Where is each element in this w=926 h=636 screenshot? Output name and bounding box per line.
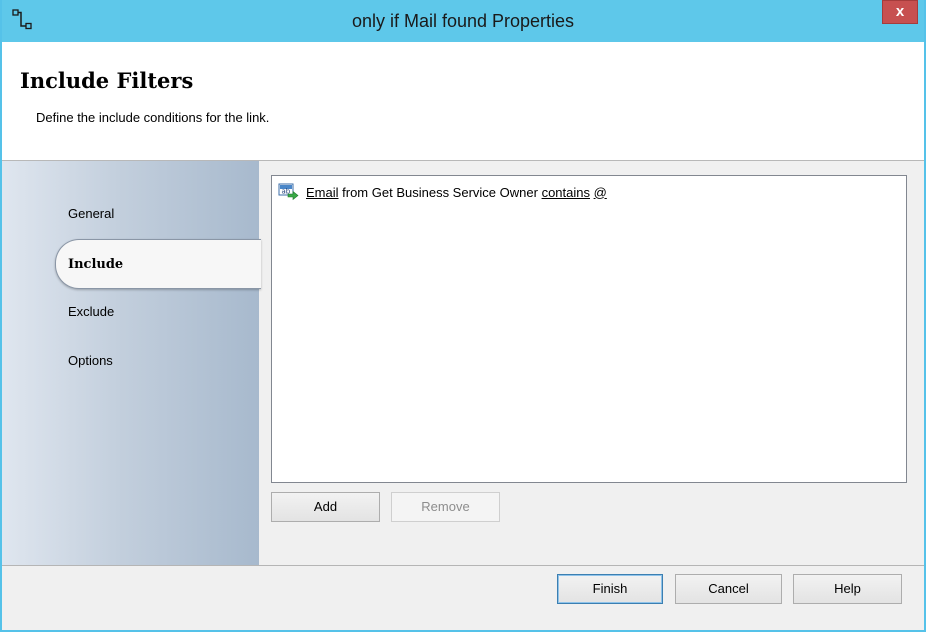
cancel-button[interactable]: Cancel <box>675 574 782 604</box>
help-button[interactable]: Help <box>793 574 902 604</box>
dialog-footer: Finish Cancel Help <box>2 565 924 630</box>
nav-item-exclude[interactable]: Exclude <box>68 304 114 319</box>
page-title: Include Filters <box>20 68 194 93</box>
close-button[interactable]: x <box>882 0 918 24</box>
filter-list[interactable]: ab Email from Get Business Service Owner… <box>271 175 907 483</box>
nav-item-include[interactable]: Include <box>55 239 261 289</box>
add-button[interactable]: Add <box>271 492 380 522</box>
filter-field-link[interactable]: Email <box>306 185 339 200</box>
nav-item-general[interactable]: General <box>68 206 114 221</box>
navigation-pane: General Include Exclude Options <box>2 161 261 565</box>
page-header: Include Filters Define the include condi… <box>2 42 924 161</box>
nav-item-options[interactable]: Options <box>68 353 113 368</box>
filter-value-link[interactable]: @ <box>594 185 607 200</box>
filter-condition-row[interactable]: ab Email from Get Business Service Owner… <box>278 182 607 202</box>
page-subtitle: Define the include conditions for the li… <box>36 110 270 125</box>
title-bar[interactable]: only if Mail found Properties x <box>2 0 924 42</box>
content-area: General Include Exclude Options ab Email… <box>2 161 924 565</box>
window-title: only if Mail found Properties <box>351 11 575 31</box>
finish-button[interactable]: Finish <box>557 574 663 604</box>
properties-dialog: only if Mail found Properties x Include … <box>0 0 926 632</box>
filter-source-text: from Get Business Service Owner <box>342 184 538 200</box>
filter-operator-link[interactable]: contains <box>542 185 590 200</box>
nav-item-include-label: Include <box>68 257 124 272</box>
remove-button[interactable]: Remove <box>391 492 500 522</box>
string-filter-icon: ab <box>278 183 299 201</box>
